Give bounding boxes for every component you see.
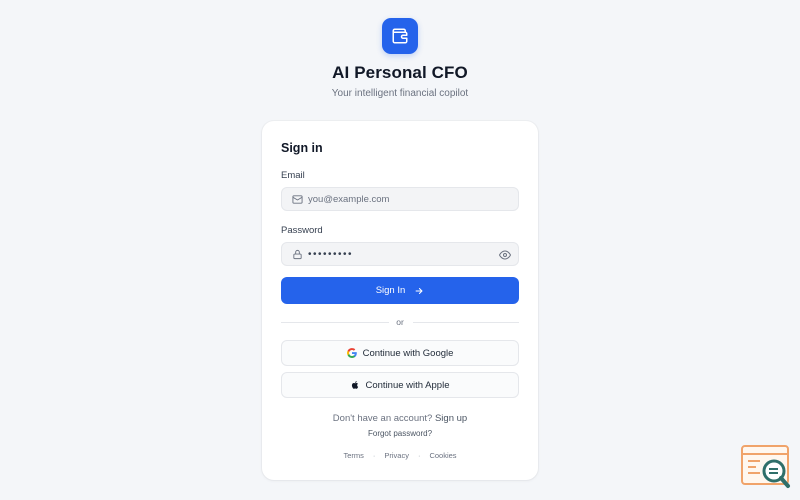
- privacy-link[interactable]: Privacy: [384, 451, 409, 460]
- google-button-label: Continue with Google: [362, 347, 454, 359]
- terms-link[interactable]: Terms: [343, 451, 363, 460]
- google-icon: [346, 348, 357, 358]
- email-field-wrapper: [281, 187, 519, 211]
- mail-icon: [282, 187, 308, 211]
- signin-heading: Sign in: [281, 141, 323, 155]
- signup-prompt: Don't have an account? Sign up: [262, 413, 538, 424]
- sign-in-button-label: Sign In: [375, 285, 406, 296]
- password-input[interactable]: [308, 243, 498, 265]
- cookies-link[interactable]: Cookies: [429, 451, 456, 460]
- apple-button-label: Continue with Apple: [365, 379, 450, 391]
- no-account-text: Don't have an account?: [332, 413, 433, 424]
- footer-separator: ·: [372, 451, 376, 460]
- app-title: AI Personal CFO: [332, 63, 468, 82]
- wallet-icon: [392, 28, 408, 44]
- or-divider: or: [281, 317, 519, 328]
- password-field-wrapper: [281, 242, 519, 266]
- forgot-password-link[interactable]: Forgot password?: [262, 429, 538, 438]
- apple-icon: [351, 381, 358, 389]
- password-label: Password: [281, 225, 323, 236]
- sign-up-link[interactable]: Sign up: [435, 413, 467, 424]
- apple-signin-button[interactable]: Continue with Apple: [281, 372, 519, 398]
- email-input[interactable]: [308, 188, 498, 210]
- divider-line-right: [413, 322, 519, 323]
- google-signin-button[interactable]: Continue with Google: [281, 340, 519, 366]
- watermark-logo: [740, 444, 792, 490]
- sign-in-button[interactable]: Sign In: [281, 277, 519, 304]
- arrow-right-icon: [415, 287, 423, 294]
- email-label: Email: [281, 170, 305, 181]
- signin-card: Sign in Email Password Sign In: [262, 121, 538, 480]
- footer-separator: ·: [417, 451, 421, 460]
- footer-links: Terms · Privacy · Cookies: [262, 451, 538, 460]
- app-logo: [382, 18, 418, 54]
- lock-icon: [282, 242, 308, 266]
- app-subtitle: Your intelligent financial copilot: [331, 88, 469, 99]
- eye-icon[interactable]: [498, 248, 512, 262]
